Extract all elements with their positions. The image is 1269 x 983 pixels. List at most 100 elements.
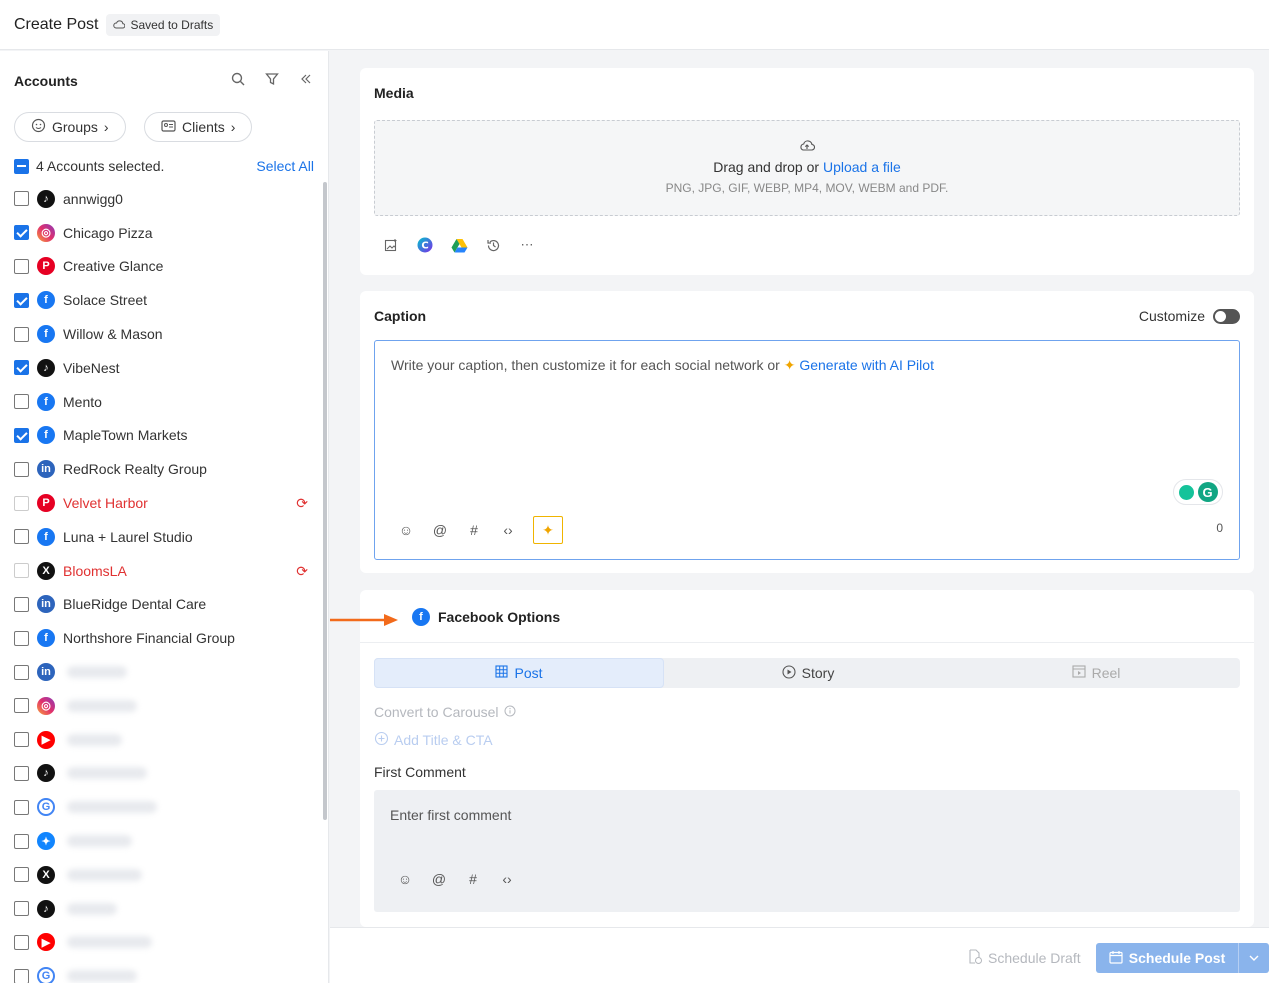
account-checkbox[interactable] <box>14 698 29 714</box>
upload-file-link[interactable]: Upload a file <box>823 159 901 175</box>
account-row-redacted[interactable]: ▶ <box>14 723 314 757</box>
account-checkbox[interactable] <box>14 867 29 883</box>
account-row[interactable]: f Northshore Financial Group <box>14 621 314 655</box>
account-row[interactable]: f Willow & Mason <box>14 317 314 351</box>
generate-ai-link[interactable]: Generate with AI Pilot <box>799 357 934 373</box>
account-row[interactable]: f Luna + Laurel Studio <box>14 520 314 554</box>
account-row-redacted[interactable]: G <box>14 959 314 983</box>
account-checkbox[interactable] <box>14 461 29 477</box>
account-row-redacted[interactable]: ▶ <box>14 926 314 960</box>
drop-text: Drag and drop or <box>713 159 820 175</box>
saved-status-badge: Saved to Drafts <box>106 13 221 36</box>
account-checkbox[interactable] <box>14 258 29 274</box>
account-checkbox[interactable] <box>14 292 29 308</box>
account-checkbox[interactable] <box>14 427 29 443</box>
account-row[interactable]: P Velvet Harbor ⟳ <box>14 486 314 520</box>
facebook-options-heading: f Facebook Options <box>404 608 560 626</box>
account-row-redacted[interactable]: ◎ <box>14 689 314 723</box>
account-row-redacted[interactable]: ✦ <box>14 824 314 858</box>
account-row[interactable]: f Solace Street <box>14 283 314 317</box>
convert-carousel-row[interactable]: Convert to Carousel <box>374 704 516 720</box>
account-checkbox[interactable] <box>14 360 29 376</box>
account-row-redacted[interactable]: G <box>14 790 314 824</box>
account-checkbox[interactable] <box>14 563 29 579</box>
account-checkbox[interactable] <box>14 833 29 849</box>
account-row-redacted[interactable]: X <box>14 858 314 892</box>
hashtag-icon[interactable]: # <box>464 870 482 888</box>
canva-icon[interactable]: C <box>416 236 434 254</box>
caption-toolbar: ☺ @ # ‹› ✦ <box>397 516 563 544</box>
redacted-account-name <box>67 835 132 848</box>
tab-story[interactable]: Story <box>664 658 952 688</box>
pinterest-icon: P <box>37 494 55 513</box>
account-checkbox[interactable] <box>14 326 29 342</box>
tab-post[interactable]: Post <box>374 658 664 688</box>
selected-count-text: 4 Accounts selected. <box>36 158 165 174</box>
collapse-icon[interactable] <box>298 71 314 87</box>
clients-button[interactable]: Clients › <box>144 112 253 142</box>
account-row[interactable]: f MapleTown Markets <box>14 419 314 453</box>
account-checkbox[interactable] <box>14 799 29 815</box>
account-checkbox[interactable] <box>14 596 29 612</box>
mention-icon[interactable]: @ <box>431 521 449 539</box>
account-row[interactable]: in RedRock Realty Group <box>14 452 314 486</box>
account-checkbox[interactable] <box>14 934 29 950</box>
account-checkbox[interactable] <box>14 765 29 781</box>
account-checkbox[interactable] <box>14 664 29 680</box>
account-name: Solace Street <box>63 292 148 309</box>
filter-icon[interactable] <box>264 71 280 87</box>
emoji-icon[interactable]: ☺ <box>396 870 414 888</box>
account-checkbox[interactable] <box>14 732 29 748</box>
more-options-icon[interactable]: ⋯ <box>518 236 536 254</box>
account-checkbox[interactable] <box>14 630 29 646</box>
account-checkbox[interactable] <box>14 968 29 983</box>
code-icon[interactable]: ‹› <box>499 521 517 539</box>
select-all-link[interactable]: Select All <box>256 158 314 174</box>
schedule-draft-button[interactable]: Schedule Draft <box>968 949 1081 967</box>
first-comment-input[interactable]: Enter first comment ☺ @ # ‹› <box>374 790 1240 912</box>
account-row[interactable]: ◎ Chicago Pizza <box>14 216 314 250</box>
chevron-down-icon[interactable] <box>1239 955 1269 961</box>
account-row-redacted[interactable]: ♪ <box>14 892 314 926</box>
image-library-icon[interactable] <box>382 236 400 254</box>
caption-editor[interactable]: Write your caption, then customize it fo… <box>374 340 1240 560</box>
plus-circle-icon <box>374 731 389 749</box>
media-dropzone[interactable]: Drag and drop or Upload a file PNG, JPG,… <box>374 120 1240 216</box>
hashtag-icon[interactable]: # <box>465 521 483 539</box>
grammarly-widget[interactable]: G <box>1173 479 1223 505</box>
schedule-post-main[interactable]: Schedule Post <box>1096 943 1239 973</box>
refresh-icon[interactable]: ⟳ <box>296 563 308 580</box>
mention-icon[interactable]: @ <box>430 870 448 888</box>
sidebar-scrollbar[interactable] <box>323 182 327 820</box>
account-checkbox[interactable] <box>14 225 29 241</box>
indeterminate-checkbox[interactable] <box>14 158 29 174</box>
schedule-post-button[interactable]: Schedule Post <box>1096 943 1269 973</box>
account-checkbox[interactable] <box>14 529 29 545</box>
account-row[interactable]: P Creative Glance <box>14 250 314 284</box>
emoji-icon[interactable]: ☺ <box>397 521 415 539</box>
account-checkbox[interactable] <box>14 191 29 207</box>
tab-reel[interactable]: Reel <box>952 658 1240 688</box>
account-checkbox[interactable] <box>14 394 29 410</box>
x-icon: X <box>37 865 55 884</box>
add-title-cta-button[interactable]: Add Title & CTA <box>374 731 493 749</box>
grammarly-icon: G <box>1197 482 1218 502</box>
account-checkbox[interactable] <box>14 495 29 511</box>
account-row[interactable]: X BloomsLA ⟳ <box>14 554 314 588</box>
history-icon[interactable] <box>484 236 502 254</box>
account-row[interactable]: in BlueRidge Dental Care <box>14 588 314 622</box>
account-checkbox[interactable] <box>14 901 29 917</box>
account-row-redacted[interactable]: ♪ <box>14 757 314 791</box>
facebook-icon: f <box>37 629 55 648</box>
customize-toggle[interactable] <box>1213 308 1240 324</box>
google-drive-icon[interactable] <box>450 236 468 254</box>
account-row-redacted[interactable]: in <box>14 655 314 689</box>
account-row[interactable]: f Mento <box>14 385 314 419</box>
ai-assist-button[interactable]: ✦ <box>533 516 563 544</box>
account-row[interactable]: ♪ VibeNest <box>14 351 314 385</box>
code-icon[interactable]: ‹› <box>498 870 516 888</box>
search-icon[interactable] <box>230 71 246 87</box>
refresh-icon[interactable]: ⟳ <box>296 495 308 512</box>
account-row[interactable]: ♪ annwigg0 <box>14 182 314 216</box>
groups-button[interactable]: Groups › <box>14 112 126 142</box>
